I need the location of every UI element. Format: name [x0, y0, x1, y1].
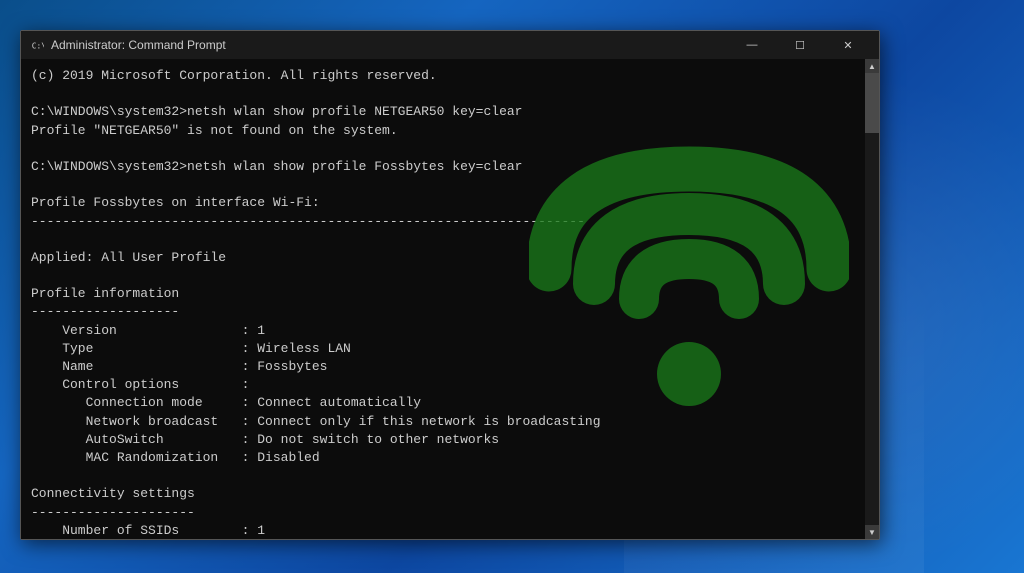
cmd-window: C:\ Administrator: Command Prompt — ☐ ✕ …	[20, 30, 880, 540]
scroll-thumb[interactable]	[865, 73, 879, 133]
cmd-content[interactable]: (c) 2019 Microsoft Corporation. All righ…	[21, 59, 879, 539]
maximize-button[interactable]: ☐	[777, 31, 823, 59]
scrollbar[interactable]: ▲ ▼	[865, 59, 879, 539]
title-bar: C:\ Administrator: Command Prompt — ☐ ✕	[21, 31, 879, 59]
minimize-button[interactable]: —	[729, 31, 775, 59]
close-button[interactable]: ✕	[825, 31, 871, 59]
window-controls: — ☐ ✕	[729, 31, 871, 59]
window-title: Administrator: Command Prompt	[51, 38, 729, 52]
cmd-icon: C:\	[29, 37, 45, 53]
scroll-up-button[interactable]: ▲	[865, 59, 879, 73]
desktop: C:\ Administrator: Command Prompt — ☐ ✕ …	[0, 0, 1024, 573]
scroll-down-button[interactable]: ▼	[865, 525, 879, 539]
scroll-track[interactable]	[865, 73, 879, 525]
svg-text:C:\: C:\	[32, 42, 44, 51]
cmd-output: (c) 2019 Microsoft Corporation. All righ…	[21, 59, 879, 539]
